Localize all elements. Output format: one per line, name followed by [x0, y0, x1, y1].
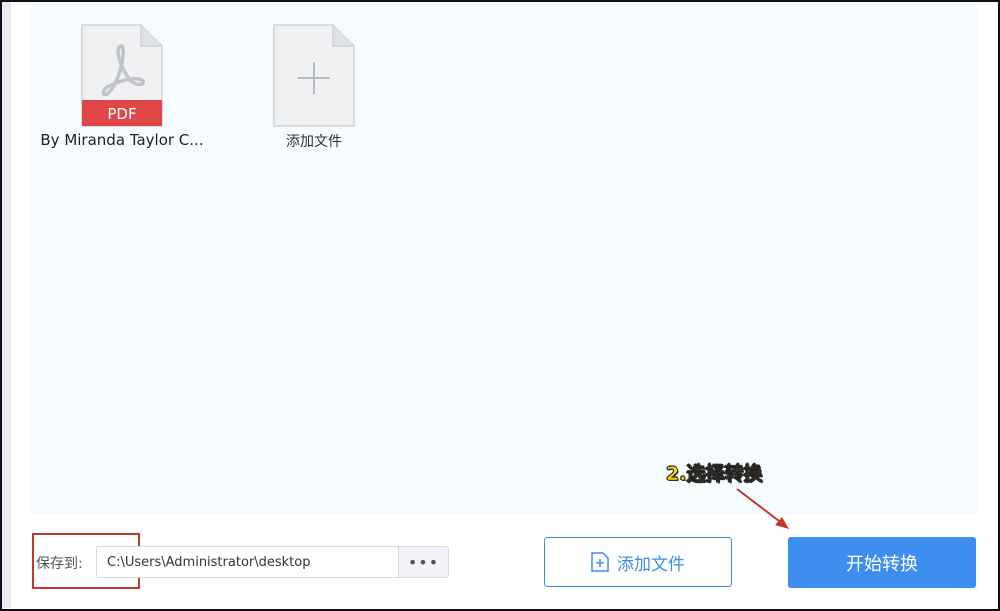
left-edge-strip — [2, 2, 11, 608]
file-name: By Miranda Taylor C... — [40, 131, 204, 149]
add-file-tile[interactable]: 添加文件 — [229, 24, 399, 151]
start-convert-button[interactable]: 开始转换 — [788, 537, 976, 588]
file-drop-area[interactable]: PDF By Miranda Taylor C... 添加文件 — [31, 2, 977, 514]
annotation-arrow — [736, 488, 789, 529]
save-path-input[interactable] — [96, 546, 398, 578]
file-item-pdf[interactable]: PDF By Miranda Taylor C... — [37, 24, 207, 149]
add-file-icon — [591, 552, 609, 572]
pdf-file-icon: PDF — [81, 24, 163, 127]
add-file-tile-label: 添加文件 — [286, 134, 342, 150]
pdf-badge-text: PDF — [107, 105, 136, 123]
annotation-text: 2.选择转换 — [666, 463, 763, 486]
browse-folder-button[interactable]: ••• — [398, 546, 449, 578]
add-file-button-label: 添加文件 — [617, 554, 685, 575]
add-file-plus-icon — [273, 24, 355, 127]
add-file-button[interactable]: 添加文件 — [544, 537, 732, 587]
